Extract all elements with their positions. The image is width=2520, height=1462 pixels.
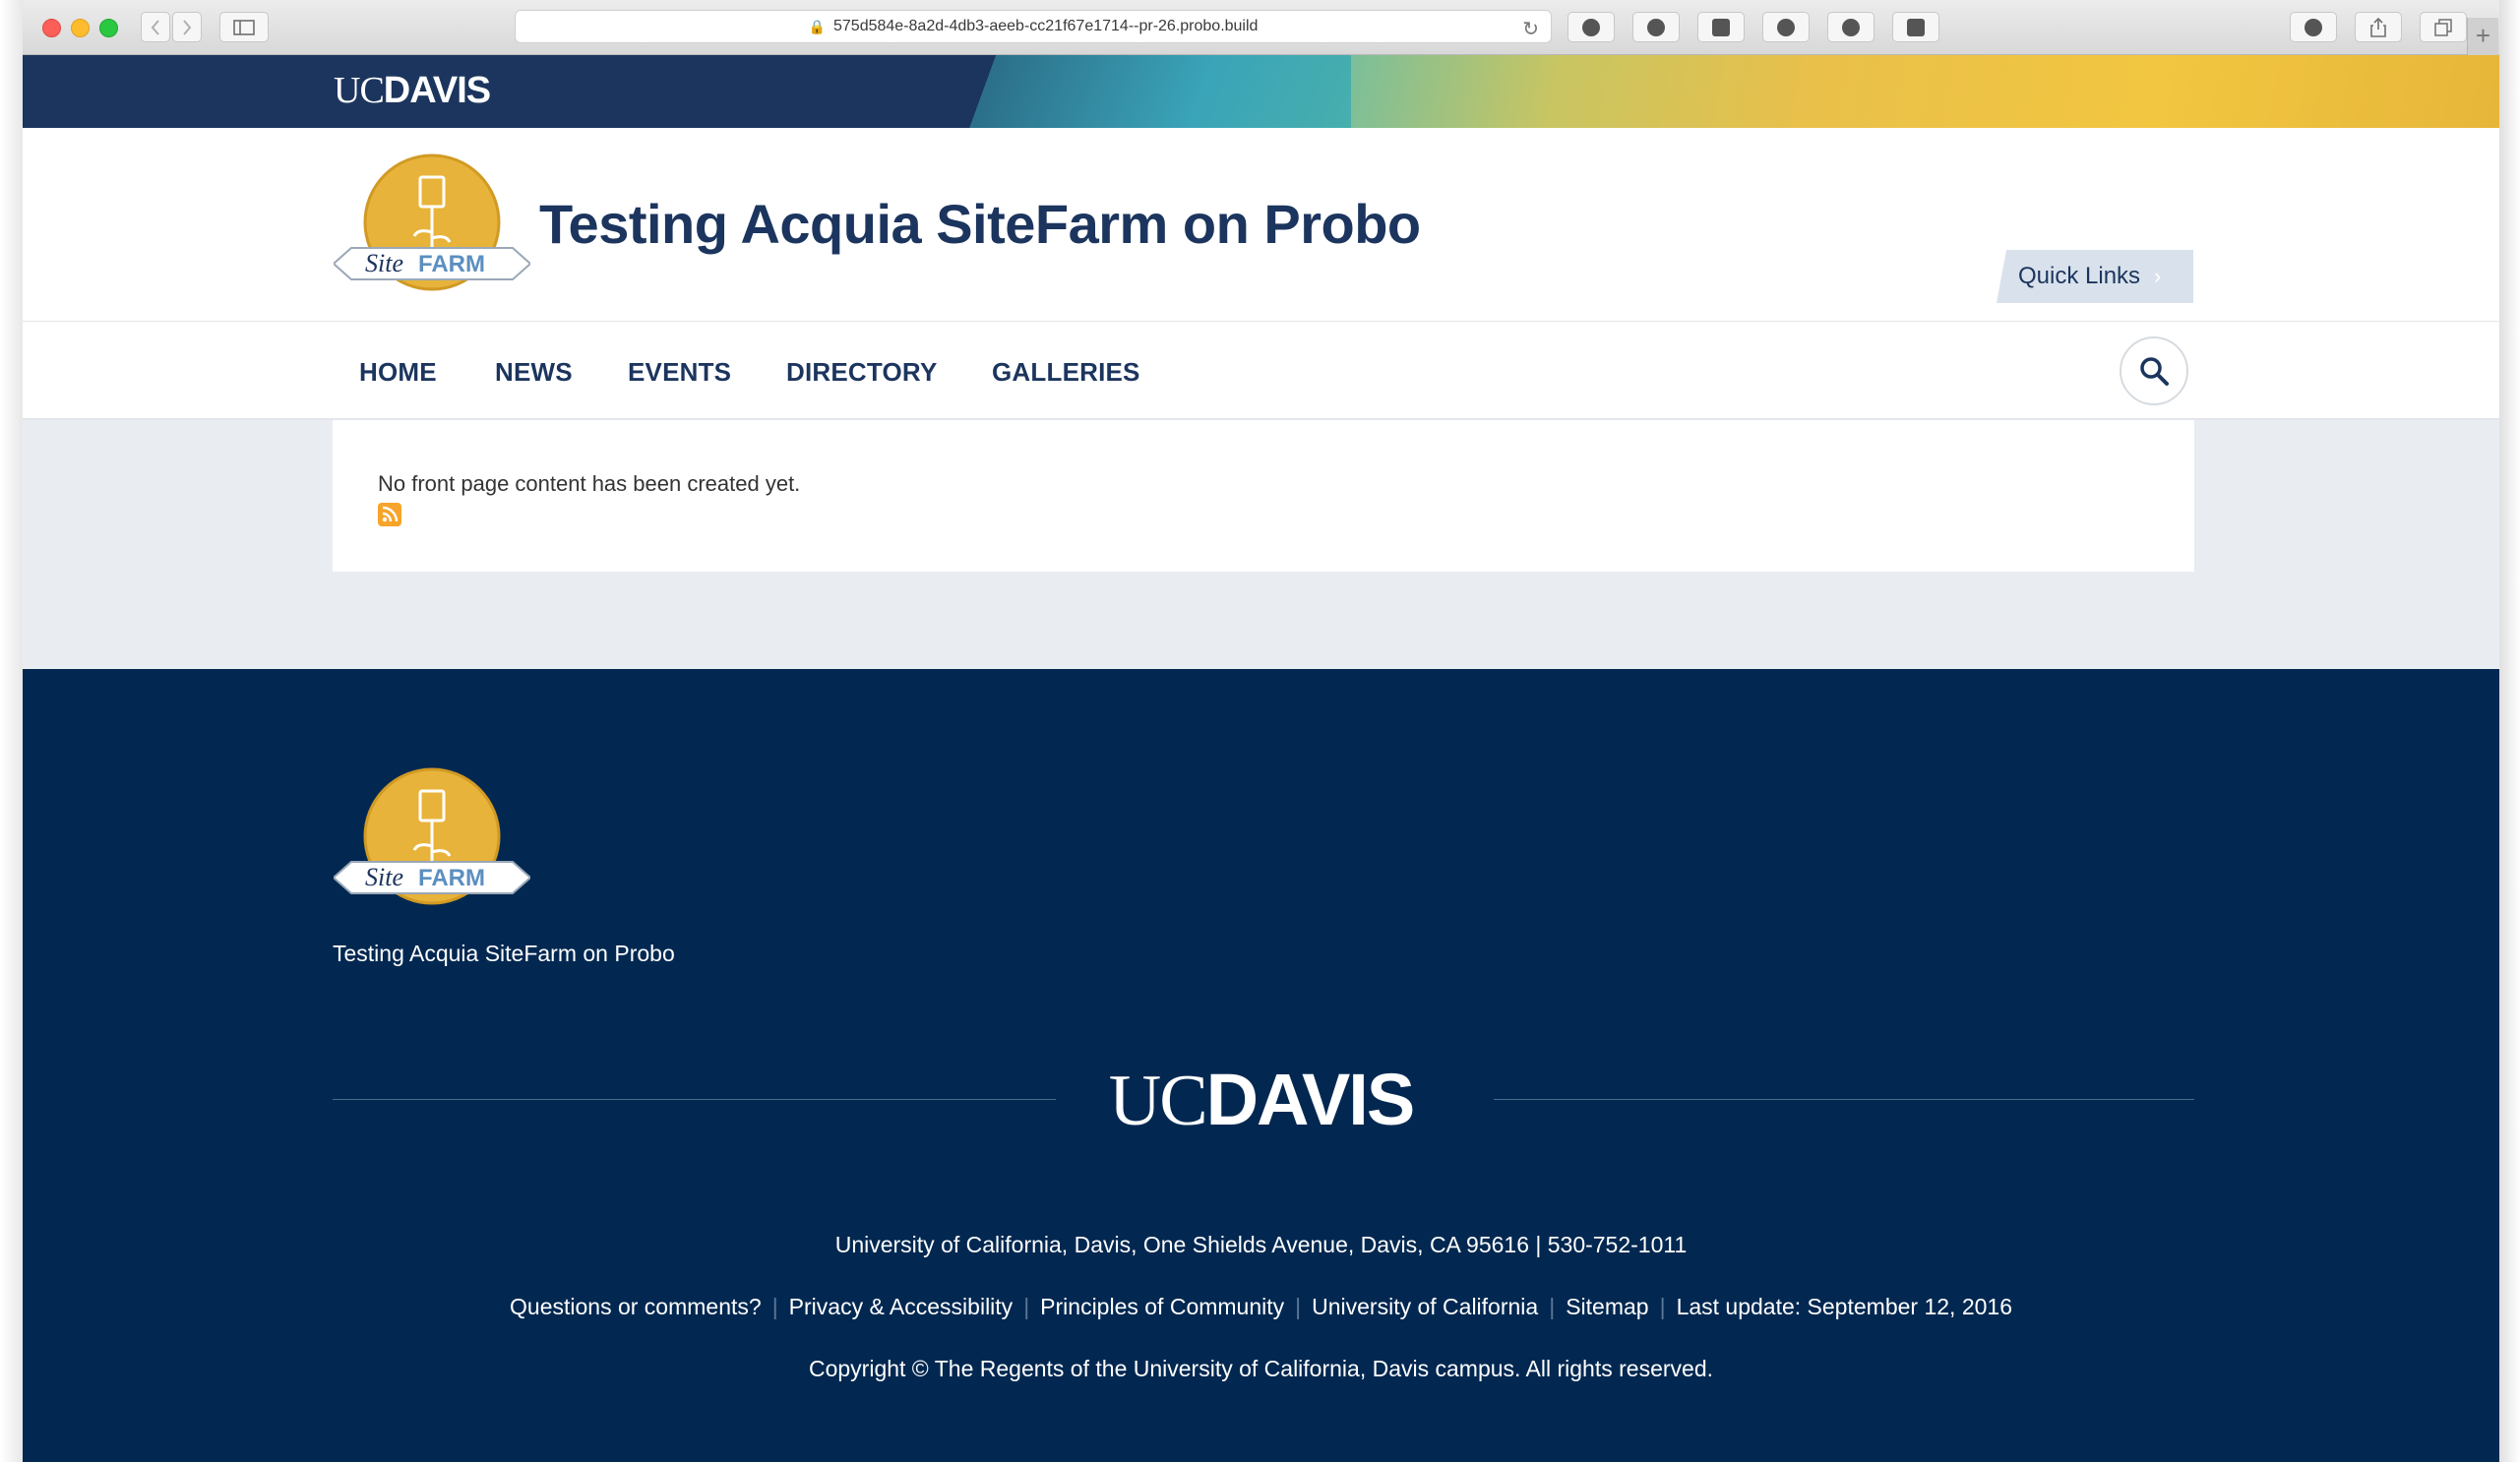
extension-button-2[interactable]: [1632, 12, 1680, 42]
footer-logo-uc-text: UC: [1108, 1061, 1208, 1141]
chevron-left-icon: [151, 19, 159, 35]
link-separator: |: [1549, 1294, 1556, 1319]
chevron-right-icon: ›: [2154, 264, 2162, 288]
footer-link-principles[interactable]: Principles of Community: [1040, 1294, 1284, 1319]
extension-button-6[interactable]: [1892, 12, 1939, 42]
footer-site-name[interactable]: Testing Acquia SiteFarm on Probo: [333, 941, 675, 967]
ucdavis-logo[interactable]: UCDAVIS: [334, 69, 491, 112]
extension-button-4[interactable]: [1762, 12, 1810, 42]
extension-icon: [1647, 18, 1665, 36]
puzzle-icon: [1582, 18, 1600, 36]
sidebar-toggle-button[interactable]: [219, 12, 269, 42]
footer-link-uc[interactable]: University of California: [1312, 1294, 1538, 1319]
quick-links-button[interactable]: Quick Links ›: [1997, 250, 2193, 303]
new-tab-button[interactable]: +: [2467, 18, 2498, 55]
link-separator: |: [771, 1294, 778, 1319]
logo-site-text: Site: [365, 863, 403, 891]
footer-last-update: Last update: September 12, 2016: [1676, 1294, 2012, 1319]
quick-links-label: Quick Links: [2018, 263, 2141, 289]
browser-toolbar: 🔒 575d584e-8a2d-4db3-aeeb-cc21f67e1714--…: [23, 0, 2499, 55]
share-icon: [2370, 17, 2386, 37]
main-navigation: HOME NEWS EVENTS DIRECTORY GALLERIES: [23, 322, 2499, 420]
empty-content-message: No front page content has been created y…: [378, 471, 801, 496]
footer-sitefarm-logo[interactable]: Site FARM: [334, 767, 530, 915]
footer-links: Questions or comments? | Privacy & Accessi…: [23, 1294, 2499, 1320]
close-window-button[interactable]: [42, 19, 61, 37]
rss-icon: [382, 506, 399, 522]
logo-site-text: Site: [365, 249, 403, 277]
logo-farm-text: FARM: [418, 865, 485, 891]
share-button[interactable]: [2355, 12, 2402, 42]
address-bar[interactable]: 🔒 575d584e-8a2d-4db3-aeeb-cc21f67e1714--…: [515, 10, 1552, 43]
site-header: Site FARM Testing Acquia SiteFarm on Pro…: [23, 128, 2499, 322]
footer-copyright: Copyright © The Regents of the Universit…: [808, 1356, 1714, 1381]
footer-link-sitemap[interactable]: Sitemap: [1566, 1294, 1648, 1319]
nav-item-directory[interactable]: DIRECTORY: [786, 357, 937, 388]
banner-graphic: [1351, 55, 2499, 128]
nav-item-home[interactable]: HOME: [359, 357, 437, 388]
site-footer: Site FARM Testing Acquia SiteFarm on Pro…: [23, 669, 2499, 1462]
nav-item-news[interactable]: NEWS: [495, 357, 573, 388]
link-separator: |: [1659, 1294, 1666, 1319]
logo-farm-text: FARM: [418, 251, 485, 277]
extension-button-3[interactable]: [1697, 12, 1745, 42]
footer-logo-davis-text: DAVIS: [1205, 1059, 1416, 1140]
back-button[interactable]: [141, 12, 170, 42]
footer-address: University of California, Davis, One Shi…: [834, 1232, 1688, 1257]
link-separator: |: [1023, 1294, 1030, 1319]
desktop-edge-right: [2499, 0, 2520, 1462]
chevron-right-icon: [183, 19, 192, 35]
divider-right: [1494, 1099, 2194, 1100]
url-text: 575d584e-8a2d-4db3-aeeb-cc21f67e1714--pr…: [833, 18, 1259, 34]
tabs-icon: [2434, 18, 2452, 36]
extension-button-1[interactable]: [1567, 12, 1615, 42]
footer-link-questions[interactable]: Questions or comments?: [510, 1294, 762, 1319]
main-content: No front page content has been created y…: [333, 420, 2194, 572]
info-icon: [1842, 18, 1860, 36]
minimize-window-button[interactable]: [71, 19, 90, 37]
tabs-overview-button[interactable]: [2420, 12, 2467, 42]
ghost-icon: [1712, 18, 1730, 36]
logo-davis-text: DAVIS: [383, 70, 491, 111]
banner-graphic: [869, 55, 1420, 128]
extension-button-5[interactable]: [1827, 12, 1875, 42]
search-button[interactable]: [2120, 336, 2188, 405]
download-icon: [2305, 18, 2322, 36]
desktop-edge-left: [0, 0, 23, 1462]
footer-link-privacy[interactable]: Privacy & Accessibility: [789, 1294, 1014, 1319]
ucdavis-banner: UCDAVIS: [23, 55, 2499, 128]
opera-icon: [1777, 18, 1795, 36]
link-separator: |: [1295, 1294, 1302, 1319]
nav-item-events[interactable]: EVENTS: [628, 357, 731, 388]
site-title[interactable]: Testing Acquia SiteFarm on Probo: [539, 192, 1421, 256]
screenshot-icon: [1907, 18, 1925, 36]
browser-window: 🔒 575d584e-8a2d-4db3-aeeb-cc21f67e1714--…: [23, 0, 2499, 1462]
search-icon: [2140, 357, 2169, 386]
zoom-window-button[interactable]: [99, 19, 118, 37]
logo-uc-text: UC: [334, 70, 385, 111]
sidebar-icon: [233, 19, 255, 35]
rss-feed-icon[interactable]: [378, 503, 401, 526]
sitefarm-logo[interactable]: Site FARM: [334, 153, 530, 301]
forward-button[interactable]: [172, 12, 202, 42]
lock-icon: 🔒: [808, 18, 826, 34]
reload-icon[interactable]: ↻: [1522, 17, 1539, 41]
footer-ucdavis-logo[interactable]: UCDAVIS: [23, 1058, 2499, 1143]
nav-item-galleries[interactable]: GALLERIES: [992, 357, 1140, 388]
downloads-button[interactable]: [2290, 12, 2337, 42]
